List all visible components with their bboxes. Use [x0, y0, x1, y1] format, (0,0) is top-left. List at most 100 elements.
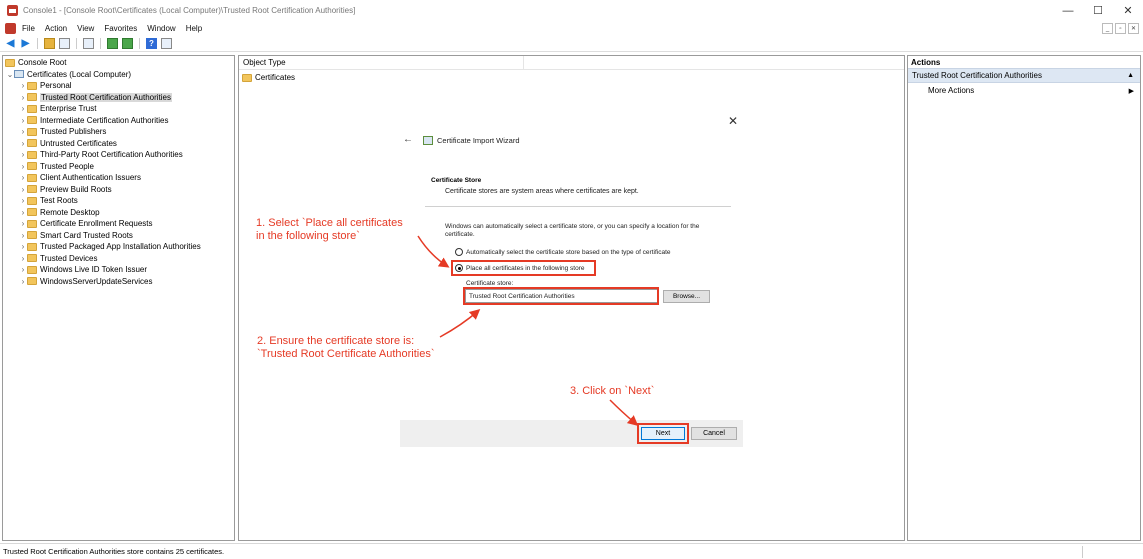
chevron-right-icon[interactable]: ›: [19, 173, 27, 182]
tree-item[interactable]: › Trusted People: [19, 161, 94, 173]
wizard-close-icon[interactable]: ✕: [728, 114, 738, 128]
wizard-title: Certificate Import Wizard: [437, 136, 520, 145]
export-list-icon[interactable]: [122, 38, 133, 49]
tree-item-label: Personal: [40, 81, 72, 91]
chevron-right-icon[interactable]: ›: [19, 162, 27, 171]
cancel-button[interactable]: Cancel: [691, 427, 737, 440]
chevron-right-icon[interactable]: ›: [19, 265, 27, 274]
mdi-restore-button[interactable]: ▫: [1115, 23, 1126, 34]
list-item-label: Certificates: [255, 73, 296, 82]
chevron-right-icon[interactable]: ›: [19, 254, 27, 263]
chevron-right-icon[interactable]: ›: [19, 208, 27, 217]
chevron-right-icon[interactable]: ›: [19, 127, 27, 136]
tree-item[interactable]: › Trusted Packaged App Installation Autho…: [19, 241, 201, 253]
forward-arrow-icon[interactable]: ▶: [20, 38, 31, 49]
console-tree-icon[interactable]: [161, 38, 172, 49]
properties-icon[interactable]: [83, 38, 94, 49]
folder-icon: [5, 58, 15, 67]
tree-item[interactable]: › Intermediate Certification Authorities: [19, 115, 169, 127]
tree-item[interactable]: › Enterprise Trust: [19, 103, 97, 115]
maximize-button[interactable]: ☐: [1083, 0, 1113, 21]
chevron-right-icon[interactable]: ›: [19, 150, 27, 159]
wizard-step-heading: Certificate Store: [431, 177, 482, 184]
tree-item[interactable]: › Certificate Enrollment Requests: [19, 218, 153, 230]
folder-icon: [27, 231, 37, 240]
annotation-step-1: 1. Select `Place all certificates in the…: [256, 217, 403, 243]
folder-icon: [242, 73, 252, 82]
chevron-right-icon[interactable]: ›: [19, 93, 27, 102]
menu-help[interactable]: Help: [186, 24, 202, 33]
up-folder-icon[interactable]: [44, 38, 55, 49]
tree-item[interactable]: › Client Authentication Issuers: [19, 172, 141, 184]
tree-item[interactable]: › Trusted Publishers: [19, 126, 107, 138]
radio-button-unchecked[interactable]: [455, 248, 463, 256]
tree-item-console-root[interactable]: Console Root: [5, 57, 66, 69]
menu-view[interactable]: View: [77, 24, 94, 33]
wizard-back-arrow-icon[interactable]: ←: [403, 134, 413, 145]
tree-item[interactable]: › Personal: [19, 80, 72, 92]
more-actions-item[interactable]: More Actions ▶: [908, 83, 1140, 98]
help-icon[interactable]: ?: [146, 38, 157, 49]
minimize-button[interactable]: —: [1053, 0, 1083, 21]
browse-button[interactable]: Browse...: [663, 290, 710, 303]
chevron-down-icon[interactable]: ⌄: [6, 70, 14, 79]
chevron-right-icon[interactable]: ›: [19, 185, 27, 194]
tree-item-label: Third-Party Root Certification Authoriti…: [40, 150, 183, 160]
folder-icon: [27, 104, 37, 113]
wizard-divider: [425, 206, 731, 207]
tree-item[interactable]: › Remote Desktop: [19, 207, 100, 219]
toolbar: ◀ ▶ ?: [0, 36, 1143, 52]
chevron-right-icon[interactable]: ›: [19, 139, 27, 148]
tree-item-label: Certificate Enrollment Requests: [40, 219, 153, 229]
tree-item-certificates[interactable]: ⌄ Certificates (Local Computer): [6, 69, 131, 81]
column-header-row: Object Type: [239, 55, 904, 70]
show-hide-tree-icon[interactable]: [59, 38, 70, 49]
refresh-icon[interactable]: [107, 38, 118, 49]
tree-item-label: WindowsServerUpdateServices: [40, 276, 153, 286]
menu-action[interactable]: Action: [45, 24, 67, 33]
chevron-right-icon[interactable]: ›: [19, 196, 27, 205]
folder-icon: [27, 139, 37, 148]
folder-icon: [27, 93, 37, 102]
certificate-snapin-icon: [14, 70, 24, 79]
collapse-caret-icon[interactable]: ▲: [1127, 72, 1134, 79]
list-item[interactable]: Certificates: [242, 73, 295, 82]
radio-auto-select-store[interactable]: Automatically select the certificate sto…: [455, 248, 671, 256]
chevron-right-icon[interactable]: ›: [19, 116, 27, 125]
tree-item-label: Untrusted Certificates: [40, 138, 117, 148]
tree-item-label: Certificates (Local Computer): [27, 69, 132, 79]
tree-item[interactable]: › Test Roots: [19, 195, 78, 207]
chevron-right-icon[interactable]: ›: [19, 81, 27, 90]
mdi-minimize-button[interactable]: _: [1102, 23, 1113, 34]
folder-icon: [27, 242, 37, 251]
tree-item-label: Console Root: [18, 58, 67, 68]
tree-item[interactable]: › Smart Card Trusted Roots: [19, 230, 133, 242]
chevron-right-icon[interactable]: ›: [19, 231, 27, 240]
chevron-right-icon[interactable]: ›: [19, 219, 27, 228]
folder-icon: [27, 81, 37, 90]
mdi-close-button[interactable]: ✕: [1128, 23, 1139, 34]
chevron-right-icon[interactable]: ›: [19, 104, 27, 113]
tree-item[interactable]: › Trusted Root Certification Authorities: [19, 92, 172, 104]
menu-file[interactable]: File: [22, 24, 35, 33]
close-button[interactable]: ✕: [1113, 0, 1143, 21]
column-header-object-type[interactable]: Object Type: [239, 55, 524, 70]
console-icon[interactable]: [5, 23, 16, 34]
tree-item[interactable]: › Preview Build Roots: [19, 184, 112, 196]
menu-window[interactable]: Window: [147, 24, 175, 33]
tree-item[interactable]: › Windows Live ID Token Issuer: [19, 264, 147, 276]
folder-icon: [27, 196, 37, 205]
back-arrow-icon[interactable]: ◀: [5, 38, 16, 49]
tree-item-label: Client Authentication Issuers: [40, 173, 141, 183]
actions-section-header[interactable]: Trusted Root Certification Authorities ▲: [908, 68, 1140, 83]
radio-auto-label: Automatically select the certificate sto…: [466, 248, 671, 256]
tree-item[interactable]: › WindowsServerUpdateServices: [19, 276, 153, 288]
tree-item-label: Trusted Publishers: [40, 127, 107, 137]
chevron-right-icon[interactable]: ›: [19, 277, 27, 286]
tree-item[interactable]: › Third-Party Root Certification Authorit…: [19, 149, 183, 161]
menu-favorites[interactable]: Favorites: [104, 24, 137, 33]
window-title: Console1 - [Console Root\Certificates (L…: [23, 6, 356, 15]
tree-item[interactable]: › Untrusted Certificates: [19, 138, 117, 150]
tree-item[interactable]: › Trusted Devices: [19, 253, 98, 265]
chevron-right-icon[interactable]: ›: [19, 242, 27, 251]
